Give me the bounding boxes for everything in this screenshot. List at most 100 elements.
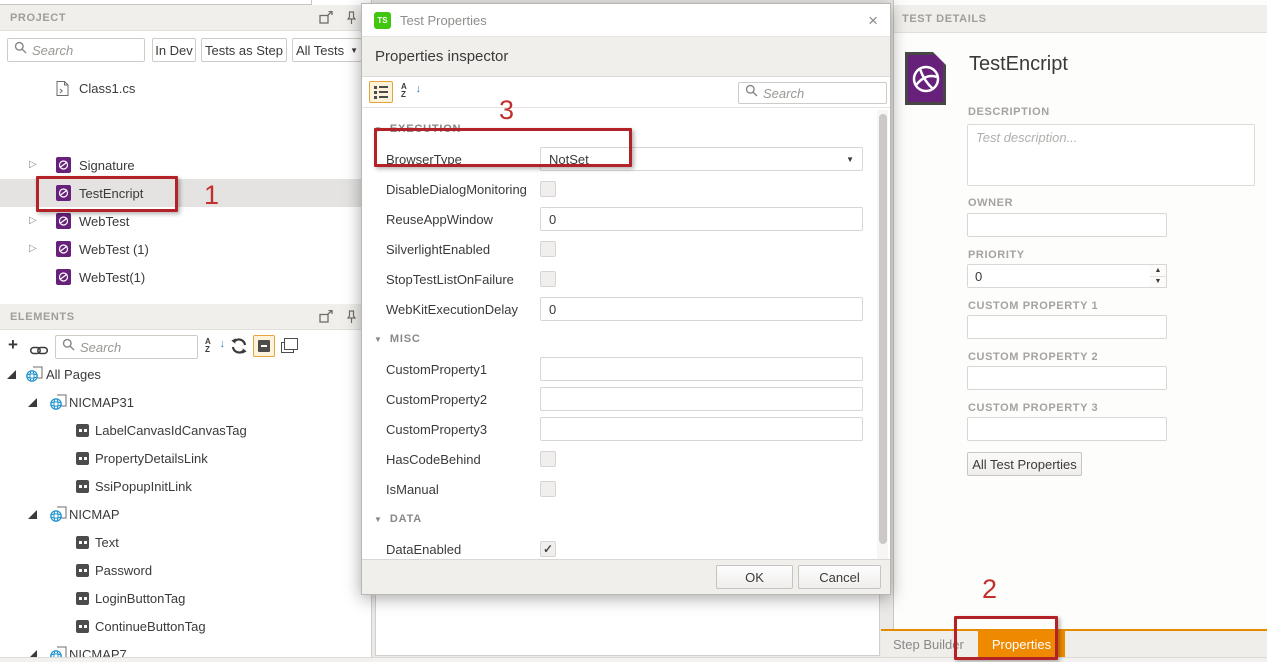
restore-panel-icon[interactable]: [319, 310, 333, 323]
expander-expanded-icon[interactable]: [28, 398, 37, 407]
categorized-view-button[interactable]: [369, 81, 393, 103]
dialog-title: Test Properties: [400, 13, 859, 28]
expander-collapsed-icon[interactable]: ▷: [29, 216, 37, 226]
dialog-scrollbar[interactable]: [877, 110, 888, 559]
tree-row-loginbutton[interactable]: LoginButtonTag: [0, 584, 372, 612]
sort-az-icon[interactable]: AZ↓: [205, 338, 225, 356]
link-element-icon[interactable]: [30, 342, 48, 360]
tree-row-password[interactable]: Password: [0, 556, 372, 584]
custom-property-2-input[interactable]: [967, 366, 1167, 390]
filter-in-dev-button[interactable]: In Dev: [152, 38, 196, 62]
properties-search-input[interactable]: [763, 86, 880, 101]
stepper-down-icon[interactable]: ▼: [1150, 276, 1166, 287]
custom-property-1-input[interactable]: [967, 315, 1167, 339]
customproperty1-input[interactable]: [540, 357, 863, 381]
filter-tests-as-step-button[interactable]: Tests as Step: [201, 38, 287, 62]
tree-item-label: Class1.cs: [79, 81, 135, 96]
customproperty3-input[interactable]: [540, 417, 863, 441]
tree-item-label: NICMAP31: [69, 395, 134, 410]
tree-item-label: Text: [95, 535, 119, 550]
chevron-down-icon: ▼: [350, 46, 358, 55]
element-icon: [76, 620, 89, 633]
scrollbar-thumb[interactable]: [879, 114, 887, 544]
page-icon: [50, 394, 67, 410]
tree-row-ssipopup[interactable]: SsiPopupInitLink: [0, 472, 372, 500]
tree-item-label: PropertyDetailsLink: [95, 451, 208, 466]
bottom-tabstrip: Step Builder Properties: [881, 629, 1267, 657]
section-label: DATA: [390, 513, 422, 525]
all-test-properties-button[interactable]: All Test Properties: [967, 452, 1082, 476]
silverlightenabled-checkbox[interactable]: [540, 241, 556, 257]
property-row-hascodebehind: HasCodeBehind: [362, 444, 890, 474]
ismanual-checkbox[interactable]: [540, 481, 556, 497]
stoptestlistonfailure-checkbox[interactable]: [540, 271, 556, 287]
close-icon[interactable]: ×: [868, 12, 878, 29]
refresh-icon[interactable]: [231, 338, 247, 359]
elements-search[interactable]: [55, 335, 198, 359]
ok-button[interactable]: OK: [716, 565, 793, 589]
priority-input[interactable]: [967, 264, 1151, 288]
tree-item-label: Signature: [79, 158, 135, 173]
pin-panel-icon[interactable]: [347, 11, 356, 25]
restore-panel-icon[interactable]: [319, 11, 333, 24]
project-search-input[interactable]: [32, 43, 138, 58]
tree-row-webtest-1b[interactable]: WebTest(1): [0, 263, 372, 291]
add-element-icon[interactable]: +: [8, 335, 18, 355]
pages-view-icon[interactable]: [281, 342, 294, 353]
tree-item-label: WebTest: [79, 214, 129, 229]
expander-collapsed-icon[interactable]: ▷: [29, 160, 37, 170]
collapse-all-icon: [258, 340, 270, 352]
tree-row-nicmap[interactable]: NICMAP: [0, 500, 372, 528]
elements-search-input[interactable]: [80, 340, 191, 355]
customproperty2-input[interactable]: [540, 387, 863, 411]
section-data[interactable]: ▼ DATA: [362, 504, 890, 534]
dataenabled-checkbox[interactable]: [540, 541, 556, 557]
expander-expanded-icon[interactable]: [7, 370, 16, 379]
priority-stepper[interactable]: ▲ ▼: [1150, 264, 1167, 288]
property-label: DataEnabled: [386, 542, 540, 557]
tree-row-propertydetails[interactable]: PropertyDetailsLink: [0, 444, 372, 472]
tree-row-webtest-1[interactable]: ▷ WebTest (1): [0, 235, 372, 263]
pin-panel-icon[interactable]: [347, 310, 356, 324]
sort-az-icon[interactable]: AZ↓: [401, 83, 421, 101]
expander-expanded-icon[interactable]: [28, 510, 37, 519]
filter-all-tests-dropdown[interactable]: All Tests ▼: [292, 38, 362, 62]
tree-row-class1[interactable]: Class1.cs: [0, 74, 372, 102]
disabledialogmonitoring-checkbox[interactable]: [540, 181, 556, 197]
property-label: StopTestListOnFailure: [386, 272, 540, 287]
web-test-icon: [56, 157, 71, 173]
tree-row-nicmap31[interactable]: NICMAP31: [0, 388, 372, 416]
project-panel-header: PROJECT: [0, 5, 372, 31]
webkitexecutiondelay-input[interactable]: [540, 297, 863, 321]
owner-input[interactable]: [967, 213, 1167, 237]
project-search[interactable]: [7, 38, 145, 62]
property-row-customproperty2: CustomProperty2: [362, 384, 890, 414]
section-misc[interactable]: ▼MISC: [362, 324, 890, 354]
web-test-icon: [56, 241, 71, 257]
reuseappwindow-input[interactable]: [540, 207, 863, 231]
property-row-webkitexecutiondelay: WebKitExecutionDelay: [362, 294, 890, 324]
description-label: DESCRIPTION: [968, 106, 1050, 118]
hascodebehind-checkbox[interactable]: [540, 451, 556, 467]
tree-row-all-pages[interactable]: All Pages: [0, 360, 372, 388]
tree-row-signature[interactable]: ▷ Signature: [0, 151, 372, 179]
tree-row-labelcanvas[interactable]: LabelCanvasIdCanvasTag: [0, 416, 372, 444]
tree-row-continuebutton[interactable]: ContinueButtonTag: [0, 612, 372, 640]
custom-property-3-input[interactable]: [967, 417, 1167, 441]
collapse-all-toggle[interactable]: [253, 335, 275, 357]
expander-collapsed-icon[interactable]: ▷: [29, 244, 37, 254]
web-test-icon: [56, 213, 71, 229]
test-studio-logo-icon: TS: [374, 12, 391, 29]
element-icon: [76, 480, 89, 493]
chevron-down-icon: ▼: [374, 515, 382, 524]
dialog-titlebar[interactable]: TS Test Properties ×: [362, 4, 890, 36]
tree-row-text[interactable]: Text: [0, 528, 372, 556]
search-icon: [62, 338, 75, 356]
web-test-large-icon: [905, 52, 946, 105]
cancel-button[interactable]: Cancel: [798, 565, 881, 589]
custom-property-2-label: CUSTOM PROPERTY 2: [968, 351, 1098, 363]
property-label: SilverlightEnabled: [386, 242, 540, 257]
description-textarea[interactable]: [967, 124, 1255, 186]
properties-search[interactable]: [738, 82, 887, 104]
property-label: CustomProperty2: [386, 392, 540, 407]
